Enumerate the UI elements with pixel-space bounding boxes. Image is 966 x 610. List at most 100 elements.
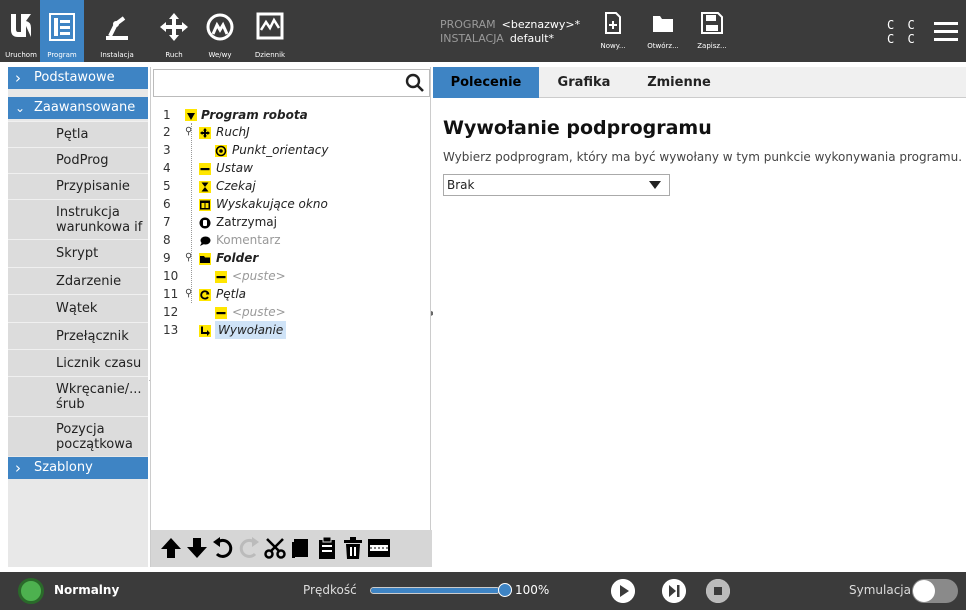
move-up-icon[interactable] — [159, 536, 183, 560]
redo-icon[interactable] — [237, 536, 261, 560]
empty-node-icon — [215, 306, 227, 319]
sidebar-item-thread[interactable]: Wątek — [8, 294, 148, 322]
menu-icon[interactable] — [934, 22, 958, 41]
run-tab-label: Uruchom — [5, 51, 37, 59]
tree-search-input[interactable] — [153, 69, 430, 97]
program-tab-button[interactable]: Program — [40, 0, 84, 62]
copy-icon[interactable] — [289, 536, 313, 560]
simulation-toggle[interactable] — [912, 579, 958, 603]
tree-row-selected[interactable]: 13 Wywołanie — [151, 321, 431, 339]
sidebar-item-label: Pętla — [56, 127, 89, 142]
sidebar-item-label: Instrukcja warunkowa if — [56, 205, 143, 235]
expand-pin-icon[interactable]: ⚲ — [185, 249, 192, 267]
log-tab-button[interactable]: Dziennik — [248, 0, 292, 62]
installation-label: INSTALACJA — [440, 32, 504, 45]
io-tab-button[interactable]: We/wy — [200, 0, 240, 62]
category-templates[interactable]: › Szablony — [8, 457, 148, 479]
step-button[interactable] — [662, 579, 686, 603]
sidebar-item-label: Przypisanie — [56, 179, 130, 194]
tab-command[interactable]: Polecenie — [433, 67, 539, 98]
play-button[interactable] — [611, 579, 635, 603]
sidebar-item-label: PodProg — [56, 153, 109, 168]
program-info: PROGRAM <beznazwy>* INSTALACJA default* — [440, 18, 580, 46]
move-down-icon[interactable] — [185, 536, 209, 560]
hourglass-icon — [199, 180, 211, 193]
category-advanced[interactable]: ⌄ Zaawansowane — [8, 97, 148, 119]
suppress-icon[interactable] — [367, 536, 391, 560]
tree-row[interactable]: 4 Ustaw — [151, 159, 431, 177]
tree-row[interactable]: 11 ⚲ Pętla — [151, 285, 431, 303]
tab-variables[interactable]: Zmienne — [629, 67, 729, 98]
node-editor-panel: Polecenie Grafika Zmienne Wywołanie podp… — [433, 67, 966, 567]
tree-row[interactable]: 1 Program robota — [151, 106, 431, 124]
loop-icon — [199, 288, 211, 301]
tree-toolbar — [151, 530, 432, 567]
delete-trash-icon[interactable] — [341, 536, 365, 560]
tree-row[interactable]: 5 Czekaj — [151, 177, 431, 195]
sidebar-item-label: Pozycja początkowa — [56, 422, 133, 452]
line-number: 9 — [163, 251, 171, 265]
tree-row[interactable]: 8 Komentarz — [151, 231, 431, 249]
line-number: 3 — [163, 143, 171, 157]
speed-value: 100% — [515, 583, 550, 597]
save-program-button[interactable]: Zapisz... — [692, 0, 732, 62]
tree-row[interactable]: 10 <puste> — [151, 267, 431, 285]
category-templates-label: Szablony — [34, 460, 93, 475]
open-program-button[interactable]: Otwórz... — [642, 0, 684, 62]
collapse-triangle-icon[interactable] — [185, 109, 197, 121]
sidebar-item-if[interactable]: Instrukcja warunkowa if — [8, 199, 148, 239]
robot-status-icon[interactable] — [18, 578, 44, 604]
sidebar-item-label: Skrypt — [56, 246, 99, 261]
tree-row[interactable]: 12 <puste> — [151, 303, 431, 321]
sidebar-item-home[interactable]: Pozycja początkowa — [8, 416, 148, 456]
line-number: 7 — [163, 215, 171, 229]
sidebar-item-label: Licznik czasu — [56, 356, 142, 371]
sidebar-item-event[interactable]: Zdarzenie — [8, 267, 148, 294]
tree-node-label: Pętla — [216, 287, 247, 301]
undo-icon[interactable] — [211, 536, 235, 560]
tab-graphics[interactable]: Grafika — [539, 67, 629, 98]
subprogram-select[interactable]: Brak — [443, 174, 670, 196]
tree-row[interactable]: 3 Punkt_orientacy — [151, 141, 431, 159]
tree-node-label: Wywołanie — [215, 321, 287, 339]
popup-window-icon — [199, 198, 211, 211]
tree-node-label: <puste> — [232, 305, 286, 319]
tree-row[interactable]: 2 ⚲ RuchJ — [151, 123, 431, 141]
run-tab-button[interactable]: Uruchom — [4, 0, 38, 62]
paste-icon[interactable] — [315, 536, 339, 560]
installation-name: default* — [509, 32, 555, 45]
simulation-label: Symulacja — [849, 583, 911, 597]
sidebar-item-label: Zdarzenie — [56, 274, 122, 289]
sidebar-item-switch[interactable]: Przełącznik — [8, 322, 148, 349]
search-icon[interactable] — [405, 73, 425, 93]
move-tab-button[interactable]: Ruch — [154, 0, 194, 62]
open-program-label: Otwórz... — [647, 42, 679, 50]
sidebar-item-script[interactable]: Skrypt — [8, 239, 148, 267]
sidebar-item-assignment[interactable]: Przypisanie — [8, 173, 148, 199]
new-file-icon — [605, 12, 621, 34]
save-program-label: Zapisz... — [697, 42, 727, 50]
program-tab-label: Program — [47, 51, 77, 59]
expand-pin-icon[interactable]: ⚲ — [185, 123, 192, 141]
cut-icon[interactable] — [263, 536, 287, 560]
sidebar-item-timer[interactable]: Licznik czasu — [8, 349, 148, 376]
speed-indicator: C C C C — [887, 18, 918, 46]
new-program-button[interactable]: Nowy... — [593, 0, 633, 62]
tree-row[interactable]: 9 ⚲ Folder — [151, 249, 431, 267]
robot-status-text: Normalny — [54, 583, 120, 597]
ur-logo-icon — [11, 14, 31, 37]
sidebar-item-loop[interactable]: Pętla — [8, 121, 148, 147]
sidebar-item-screwing[interactable]: Wkręcanie/... śrub — [8, 376, 148, 416]
dropdown-arrow-icon — [649, 181, 661, 189]
tree-row[interactable]: 7 Zatrzymaj — [151, 213, 431, 231]
sidebar-item-subprog[interactable]: PodProg — [8, 147, 148, 173]
speed-slider[interactable] — [370, 587, 500, 594]
line-number: 13 — [163, 323, 179, 337]
tree-row[interactable]: 6 Wyskakujące okno — [151, 195, 431, 213]
category-basic[interactable]: › Podstawowe — [8, 67, 148, 89]
installation-tab-button[interactable]: Instalacja — [86, 0, 148, 62]
stop-button[interactable] — [706, 579, 730, 603]
expand-pin-icon[interactable]: ⚲ — [185, 285, 192, 303]
speed-slider-knob[interactable] — [498, 583, 512, 597]
node-sidebar: › Podstawowe ⌄ Zaawansowane Pętla PodPro… — [8, 67, 154, 567]
